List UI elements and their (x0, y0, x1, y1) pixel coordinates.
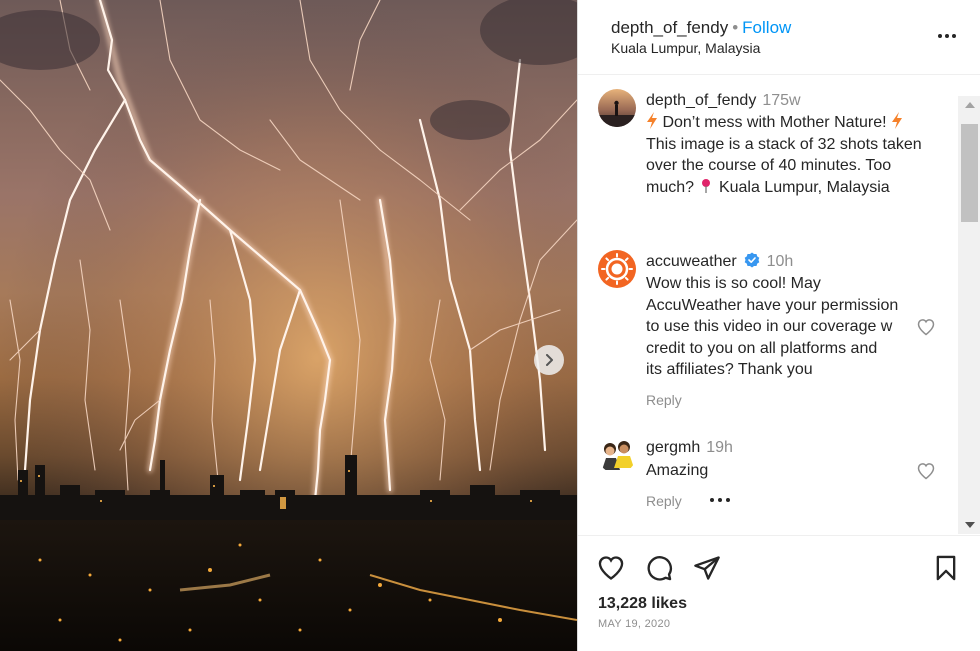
comment-header: accuweather 10h (646, 252, 793, 271)
header-username[interactable]: depth_of_fendy (611, 18, 728, 37)
caption-line3: over the course of 40 minutes. Too (646, 157, 892, 174)
accuweather-logo-icon (601, 253, 633, 285)
post-date[interactable]: MAY 19, 2020 (598, 618, 670, 630)
chevron-right-icon (546, 354, 553, 366)
caption-line2: This image is a stack of 32 shots taken (646, 135, 922, 153)
caption-line4: much? (646, 178, 695, 196)
lightning-emoji-icon (647, 112, 657, 129)
avatar[interactable] (598, 250, 636, 288)
bookmark-icon[interactable] (932, 554, 960, 582)
caption-username[interactable]: depth_of_fendy (646, 92, 756, 109)
verified-badge-icon (744, 252, 760, 268)
comment-text: Amazing (646, 460, 708, 482)
avatar[interactable] (598, 436, 636, 474)
like-comment-heart-icon[interactable] (916, 461, 936, 481)
post-photo[interactable] (0, 0, 577, 651)
comment-options-icon[interactable] (709, 497, 731, 503)
comment-username[interactable]: gergmh (646, 439, 700, 456)
comment-text: Wow this is so cool! May AccuWeather hav… (646, 273, 916, 381)
caption-line1: Don’t mess with Mother Nature! (662, 114, 887, 131)
lightning-emoji-icon (891, 112, 902, 129)
reply-button[interactable]: Reply (646, 392, 682, 408)
avatar-image (602, 441, 634, 470)
pushpin-emoji-icon (702, 178, 711, 193)
follow-button[interactable]: Follow (742, 18, 791, 37)
caption-line: Don’t mess with Mother Nature! (646, 112, 946, 134)
comments-list[interactable]: depth_of_fendy 175w Don’t mess with Mothe… (578, 76, 980, 534)
header-separator: • (732, 18, 739, 37)
scrollbar-thumb[interactable] (961, 124, 978, 222)
comment-line: Wow this is so cool! May (646, 275, 821, 292)
lightning-city-image (0, 0, 577, 651)
comment-line: Amazing (646, 462, 709, 479)
scroll-up-arrow[interactable] (965, 102, 975, 108)
comment-line: AccuWeather have your permission (646, 296, 899, 314)
avatar[interactable] (598, 89, 636, 127)
avatar-image (598, 100, 636, 127)
caption-line4-location[interactable]: Kuala Lumpur, Malaysia (719, 179, 890, 196)
likes-count[interactable]: 13,228 likes (598, 595, 687, 613)
header-location[interactable]: Kuala Lumpur, Malaysia (611, 40, 760, 56)
post-header: depth_of_fendy • Follow Kuala Lumpur, Mala… (578, 0, 980, 75)
header-user-row: depth_of_fendy • Follow (611, 18, 791, 38)
caption-header: depth_of_fendy 175w (646, 92, 801, 110)
like-comment-heart-icon[interactable] (916, 317, 936, 337)
comment-time[interactable]: 10h (767, 253, 794, 270)
more-options-icon[interactable] (936, 26, 958, 46)
caption-text: Don’t mess with Mother Nature! This imag… (646, 112, 946, 198)
comments-scrollbar[interactable] (958, 96, 980, 534)
next-photo-button[interactable] (534, 345, 564, 375)
comment-time[interactable]: 19h (706, 439, 733, 456)
comment-line: credit to you on all platforms and (646, 339, 878, 357)
comment-header: gergmh 19h (646, 439, 733, 457)
reply-button[interactable]: Reply (646, 493, 682, 509)
post-actions: 13,228 likes MAY 19, 2020 (578, 535, 980, 651)
comment-line: its affiliates? Thank you (646, 361, 813, 378)
scroll-down-arrow[interactable] (965, 522, 975, 528)
comment-icon[interactable] (645, 554, 673, 582)
heart-icon[interactable] (597, 554, 625, 582)
share-icon[interactable] (693, 554, 721, 582)
post-side-panel: depth_of_fendy • Follow Kuala Lumpur, Mala… (577, 0, 980, 651)
comment-line: to use this video in our coverage w (646, 318, 893, 335)
caption-time[interactable]: 175w (762, 92, 800, 109)
caption-line: much? Kuala Lumpur, Malaysia (646, 177, 946, 199)
comment-username[interactable]: accuweather (646, 253, 737, 270)
